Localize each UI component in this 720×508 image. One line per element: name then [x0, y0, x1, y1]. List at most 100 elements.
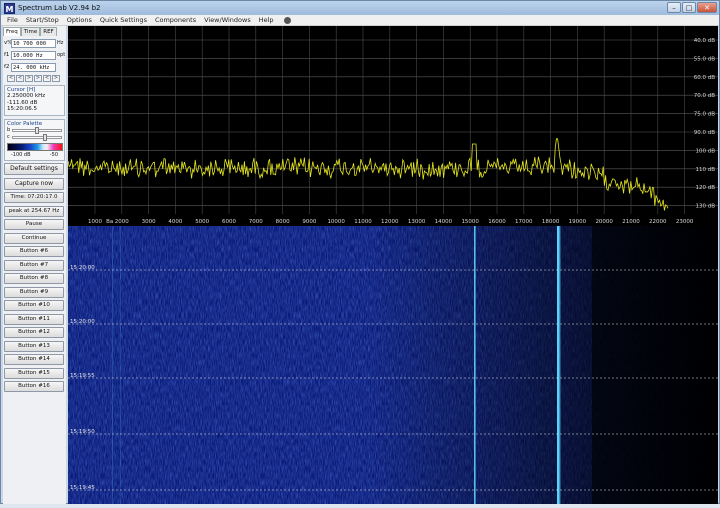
frequency-label: 9000: [302, 219, 316, 225]
menu-options[interactable]: Options: [67, 16, 92, 24]
button-10[interactable]: Button #10: [4, 300, 64, 311]
signal-line: [559, 226, 561, 504]
signal-line: [557, 226, 560, 504]
spectrum-trace: [67, 138, 669, 211]
frequency-label: 23000: [676, 219, 694, 225]
button-7[interactable]: Button #7: [4, 259, 64, 271]
frequency-label: 8000: [276, 219, 290, 225]
brightness-slider-thumb[interactable]: [35, 126, 39, 134]
scroll-left-button[interactable]: <: [16, 75, 24, 82]
f2-label: f2: [4, 64, 10, 70]
menu-quick-settings[interactable]: Quick Settings: [100, 16, 147, 24]
db-label: 120 dB: [695, 185, 715, 191]
tab-freq[interactable]: Freq: [3, 27, 21, 36]
menu-file[interactable]: File: [7, 16, 18, 24]
continue-button[interactable]: Continue: [4, 232, 64, 244]
menu-help[interactable]: Help: [259, 16, 274, 24]
db-label: 55.0 dB: [694, 56, 715, 62]
pause-button[interactable]: Pause: [4, 219, 64, 230]
button-6[interactable]: Button #6: [4, 246, 64, 257]
minimize-button[interactable]: –: [667, 2, 681, 13]
frequency-label: 10000: [327, 219, 345, 225]
signal-line: [112, 226, 113, 504]
f1-input[interactable]: 10.000 Hz: [11, 50, 56, 60]
db-label: 60.0 dB: [694, 75, 715, 81]
frequency-label: 15000: [461, 219, 479, 225]
db-label: 75.0 dB: [694, 112, 715, 118]
db-label: 40.0 dB: [694, 38, 715, 44]
db-label: 90.0 dB: [694, 130, 715, 136]
vfo-unit: Hz: [57, 40, 64, 46]
vfo-input[interactable]: 10 700 000: [11, 38, 56, 48]
default-settings-button[interactable]: Default settings: [4, 163, 64, 175]
signal-line: [120, 226, 121, 504]
f2-input[interactable]: 24. 000 kHz: [11, 62, 56, 72]
menu-bar: File Start/Stop Options Quick Settings C…: [1, 15, 719, 26]
frequency-scale[interactable]: 1000 Ba 2000 3000 4000 5000 6000 7000 8000 9000 10…: [88, 219, 694, 225]
db-label: 110 dB: [695, 167, 715, 173]
button-11[interactable]: Button #11: [4, 313, 64, 325]
signal-line: [474, 226, 476, 504]
palette-min-label: -100 dB: [11, 151, 31, 158]
frequency-scroll-arrows: < < > > < >: [7, 75, 66, 82]
cursor-group: Cursor [H] 2.250000 kHz -111.60 dB 15:20…: [4, 85, 65, 116]
record-indicator-icon[interactable]: [283, 16, 291, 24]
button-13[interactable]: Button #13: [4, 340, 64, 352]
frequency-label: 6000: [222, 219, 236, 225]
timestamp-label: 15:19:45: [70, 485, 95, 491]
color-palette-group: Color Palette b c -100 dB -50: [4, 118, 65, 161]
zoom-in-button[interactable]: >: [52, 75, 60, 82]
frequency-label: 22000: [649, 219, 667, 225]
peak-display: peak at 254.67 Hz: [4, 205, 64, 217]
frequency-label: 13000: [408, 219, 426, 225]
tab-ref[interactable]: REF: [40, 27, 57, 36]
button-9[interactable]: Button #9: [4, 286, 64, 298]
db-scale: 40.0 dB 55.0 dB 60.0 dB 70.0 dB 75.0 dB 90.0 …: [694, 38, 715, 210]
timestamp-label: 15:20:00: [70, 319, 95, 325]
zoom-out-button[interactable]: <: [43, 75, 51, 82]
title-bar[interactable]: M Spectrum Lab V2.94 b2 – □ ✕: [1, 1, 719, 15]
scroll-left-fast-button[interactable]: <: [7, 75, 15, 82]
frequency-label: 11000: [354, 219, 372, 225]
close-button[interactable]: ✕: [697, 2, 717, 13]
menu-components[interactable]: Components: [155, 16, 196, 24]
frequency-label: 18000: [542, 219, 560, 225]
scroll-right-fast-button[interactable]: >: [34, 75, 42, 82]
timestamp-label: 15:19:55: [70, 373, 95, 379]
contrast-slider-thumb[interactable]: [43, 133, 47, 141]
contrast-slider[interactable]: [12, 133, 62, 141]
cursor-time: 15:20:06.5: [7, 106, 37, 112]
tab-time[interactable]: Time: [20, 27, 41, 36]
f1-label: f1: [4, 52, 10, 58]
frequency-label: 7000: [249, 219, 263, 225]
menu-start-stop[interactable]: Start/Stop: [26, 16, 59, 24]
frequency-label: 21000: [622, 219, 640, 225]
frequency-label: 12000: [381, 219, 399, 225]
button-14[interactable]: Button #14: [4, 354, 64, 365]
spectrum-waterfall-display[interactable]: 40.0 dB 55.0 dB 60.0 dB 70.0 dB 75.0 dB 90.0 …: [67, 26, 718, 504]
f1-option[interactable]: opt: [57, 52, 65, 58]
brightness-slider[interactable]: [12, 126, 62, 134]
waterfall[interactable]: 15:20:00 15:20:00 15:19:55 15:19:50 15:19:45: [68, 226, 718, 504]
button-12[interactable]: Button #12: [4, 327, 64, 338]
frequency-label: 3000: [142, 219, 156, 225]
frequency-label: 20000: [595, 219, 613, 225]
button-16[interactable]: Button #16: [4, 381, 64, 392]
palette-max-label: -50: [49, 151, 58, 158]
color-palette-bar[interactable]: [7, 142, 63, 151]
contrast-slider-row: c: [7, 133, 62, 141]
db-label: 70.0 dB: [694, 93, 715, 99]
maximize-button[interactable]: □: [682, 2, 696, 13]
menu-view-windows[interactable]: View/Windows: [204, 16, 251, 24]
f2-field-row: f2 24. 000 kHz: [3, 62, 66, 72]
capture-now-button[interactable]: Capture now: [4, 177, 64, 190]
spectrum-lab-icon[interactable]: M: [4, 2, 15, 14]
brightness-slider-row: b: [7, 126, 62, 134]
frequency-label: 2000: [115, 219, 129, 225]
db-label: 130 dB: [695, 204, 715, 210]
button-8[interactable]: Button #8: [4, 273, 64, 284]
display-area[interactable]: 40.0 dB 55.0 dB 60.0 dB 70.0 dB 75.0 dB 90.0 …: [67, 26, 718, 504]
scroll-right-button[interactable]: >: [25, 75, 33, 82]
palette-range-labels: -100 dB -50: [7, 152, 62, 158]
button-15[interactable]: Button #15: [4, 367, 64, 379]
